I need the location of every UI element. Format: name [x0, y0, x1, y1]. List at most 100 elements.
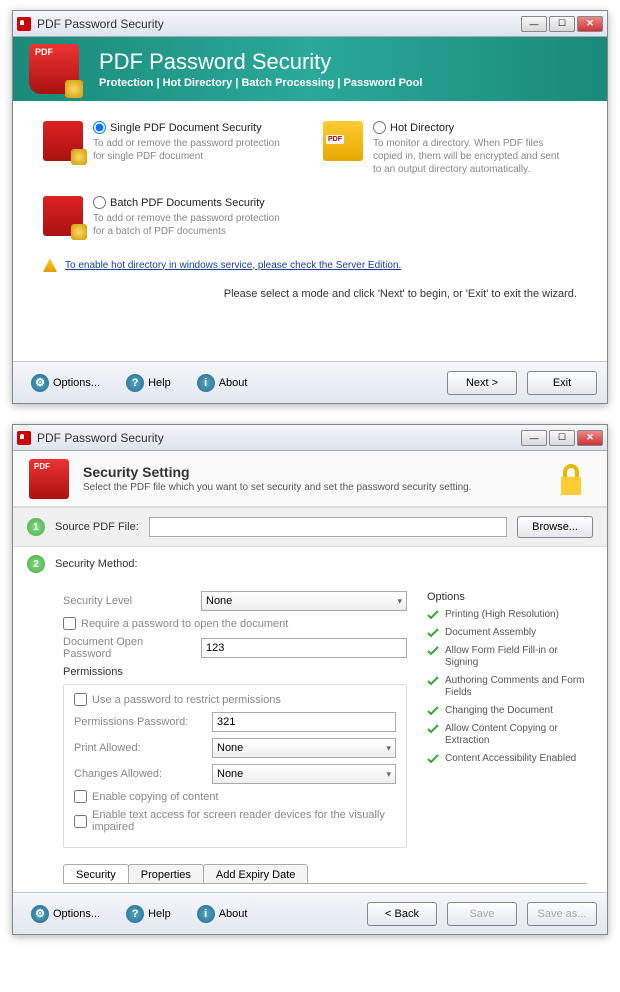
option-item: Document Assembly — [427, 627, 587, 639]
step-1-badge: 1 — [27, 518, 45, 536]
pdf-icon — [29, 459, 69, 499]
instruction-text: Please select a mode and click 'Next' to… — [43, 288, 577, 300]
print-allowed-label: Print Allowed: — [74, 742, 204, 754]
use-permission-password-checkbox[interactable]: Use a password to restrict permissions — [74, 693, 396, 706]
option-item: Authoring Comments and Form Fields — [427, 675, 587, 699]
options-panel: Options Printing (High Resolution)Docume… — [427, 591, 587, 848]
window-title: PDF Password Security — [37, 17, 521, 31]
options-heading: Options — [427, 591, 587, 603]
security-body: Security Level None Require a password t… — [13, 581, 607, 854]
check-icon — [427, 675, 439, 687]
maximize-button[interactable]: ☐ — [549, 430, 575, 446]
check-icon — [427, 723, 439, 735]
perm-password-input[interactable] — [212, 712, 396, 732]
step-2-badge: 2 — [27, 555, 45, 573]
open-password-input[interactable] — [201, 638, 407, 658]
pdf-batch-icon — [43, 196, 83, 236]
banner-subtitle: Protection | Hot Directory | Batch Proce… — [99, 77, 422, 89]
page-subtitle: Select the PDF file which you want to se… — [83, 482, 537, 493]
enable-copying-checkbox[interactable]: Enable copying of content — [74, 790, 396, 803]
source-file-label: Source PDF File: — [55, 521, 139, 533]
help-icon: ? — [126, 905, 144, 923]
close-button[interactable]: ✕ — [577, 430, 603, 446]
save-button[interactable]: Save — [447, 902, 517, 926]
tab-security[interactable]: Security — [63, 864, 129, 883]
gear-icon: ⚙ — [31, 905, 49, 923]
footer: ⚙Options... ?Help iAbout Next > Exit — [13, 361, 607, 403]
about-button[interactable]: iAbout — [189, 902, 256, 926]
help-button[interactable]: ?Help — [118, 902, 179, 926]
window-controls: — ☐ ✕ — [521, 430, 603, 446]
radio-single[interactable]: Single PDF Document Security — [93, 121, 283, 134]
save-as-button[interactable]: Save as... — [527, 902, 597, 926]
radio-hot-input[interactable] — [373, 121, 386, 134]
content-area: Single PDF Document Security To add or r… — [13, 101, 607, 361]
radio-hot[interactable]: Hot Directory — [373, 121, 563, 134]
mode-batch: Batch PDF Documents Security To add or r… — [43, 196, 283, 238]
next-button[interactable]: Next > — [447, 371, 517, 395]
options-button[interactable]: ⚙Options... — [23, 902, 108, 926]
check-icon — [427, 645, 439, 657]
source-file-input[interactable] — [149, 517, 507, 537]
app-icon — [17, 17, 31, 31]
enable-text-access-checkbox[interactable]: Enable text access for screen reader dev… — [74, 809, 396, 833]
option-item: Allow Form Field Fill-in or Signing — [427, 645, 587, 669]
check-icon — [427, 753, 439, 765]
mode-hot: Hot Directory To monitor a directory. Wh… — [323, 121, 563, 176]
folder-icon — [323, 121, 363, 161]
mode-single-desc: To add or remove the password protection… — [93, 137, 283, 163]
tab-expiry[interactable]: Add Expiry Date — [203, 864, 308, 883]
require-password-checkbox[interactable]: Require a password to open the document — [63, 617, 407, 630]
warning-icon — [43, 258, 57, 272]
option-item: Allow Content Copying or Extraction — [427, 723, 587, 747]
security-level-label: Security Level — [63, 595, 193, 607]
option-item: Changing the Document — [427, 705, 587, 717]
banner: PDF Password Security Protection | Hot D… — [13, 37, 607, 101]
permissions-heading: Permissions — [63, 666, 407, 678]
window-mode-select: PDF Password Security — ☐ ✕ PDF Password… — [12, 10, 608, 404]
about-button[interactable]: iAbout — [189, 371, 256, 395]
permissions-box: Use a password to restrict permissions P… — [63, 684, 407, 848]
check-icon — [427, 705, 439, 717]
changes-allowed-label: Changes Allowed: — [74, 768, 204, 780]
back-button[interactable]: < Back — [367, 902, 437, 926]
maximize-button[interactable]: ☐ — [549, 16, 575, 32]
page-header: Security Setting Select the PDF file whi… — [13, 451, 607, 507]
window-title: PDF Password Security — [37, 431, 521, 445]
browse-button[interactable]: Browse... — [517, 516, 593, 538]
check-icon — [427, 609, 439, 621]
minimize-button[interactable]: — — [521, 430, 547, 446]
app-icon — [17, 431, 31, 445]
tabs: Security Properties Add Expiry Date — [63, 864, 587, 883]
radio-batch-input[interactable] — [93, 196, 106, 209]
radio-single-input[interactable] — [93, 121, 106, 134]
security-level-select[interactable]: None — [201, 591, 407, 611]
banner-title: PDF Password Security — [99, 49, 422, 75]
server-edition-link[interactable]: To enable hot directory in windows servi… — [65, 260, 401, 271]
mode-hot-desc: To monitor a directory. When PDF files c… — [373, 137, 563, 176]
options-button[interactable]: ⚙Options... — [23, 371, 108, 395]
info-icon: i — [197, 905, 215, 923]
perm-password-label: Permissions Password: — [74, 716, 204, 728]
help-button[interactable]: ?Help — [118, 371, 179, 395]
security-method-label: Security Method: — [55, 558, 138, 570]
tab-properties[interactable]: Properties — [128, 864, 204, 883]
window-security-setting: PDF Password Security — ☐ ✕ Security Set… — [12, 424, 608, 935]
warning-row: To enable hot directory in windows servi… — [43, 258, 577, 272]
exit-button[interactable]: Exit — [527, 371, 597, 395]
radio-batch[interactable]: Batch PDF Documents Security — [93, 196, 283, 209]
page-title: Security Setting — [83, 464, 537, 480]
print-allowed-select[interactable]: None — [212, 738, 396, 758]
mode-single: Single PDF Document Security To add or r… — [43, 121, 283, 176]
info-icon: i — [197, 374, 215, 392]
close-button[interactable]: ✕ — [577, 16, 603, 32]
pdf-lock-icon — [29, 44, 79, 94]
changes-allowed-select[interactable]: None — [212, 764, 396, 784]
pdf-lock-icon — [43, 121, 83, 161]
minimize-button[interactable]: — — [521, 16, 547, 32]
check-icon — [427, 627, 439, 639]
mode-batch-desc: To add or remove the password protection… — [93, 212, 283, 238]
gear-icon: ⚙ — [31, 374, 49, 392]
titlebar[interactable]: PDF Password Security — ☐ ✕ — [13, 11, 607, 37]
titlebar[interactable]: PDF Password Security — ☐ ✕ — [13, 425, 607, 451]
